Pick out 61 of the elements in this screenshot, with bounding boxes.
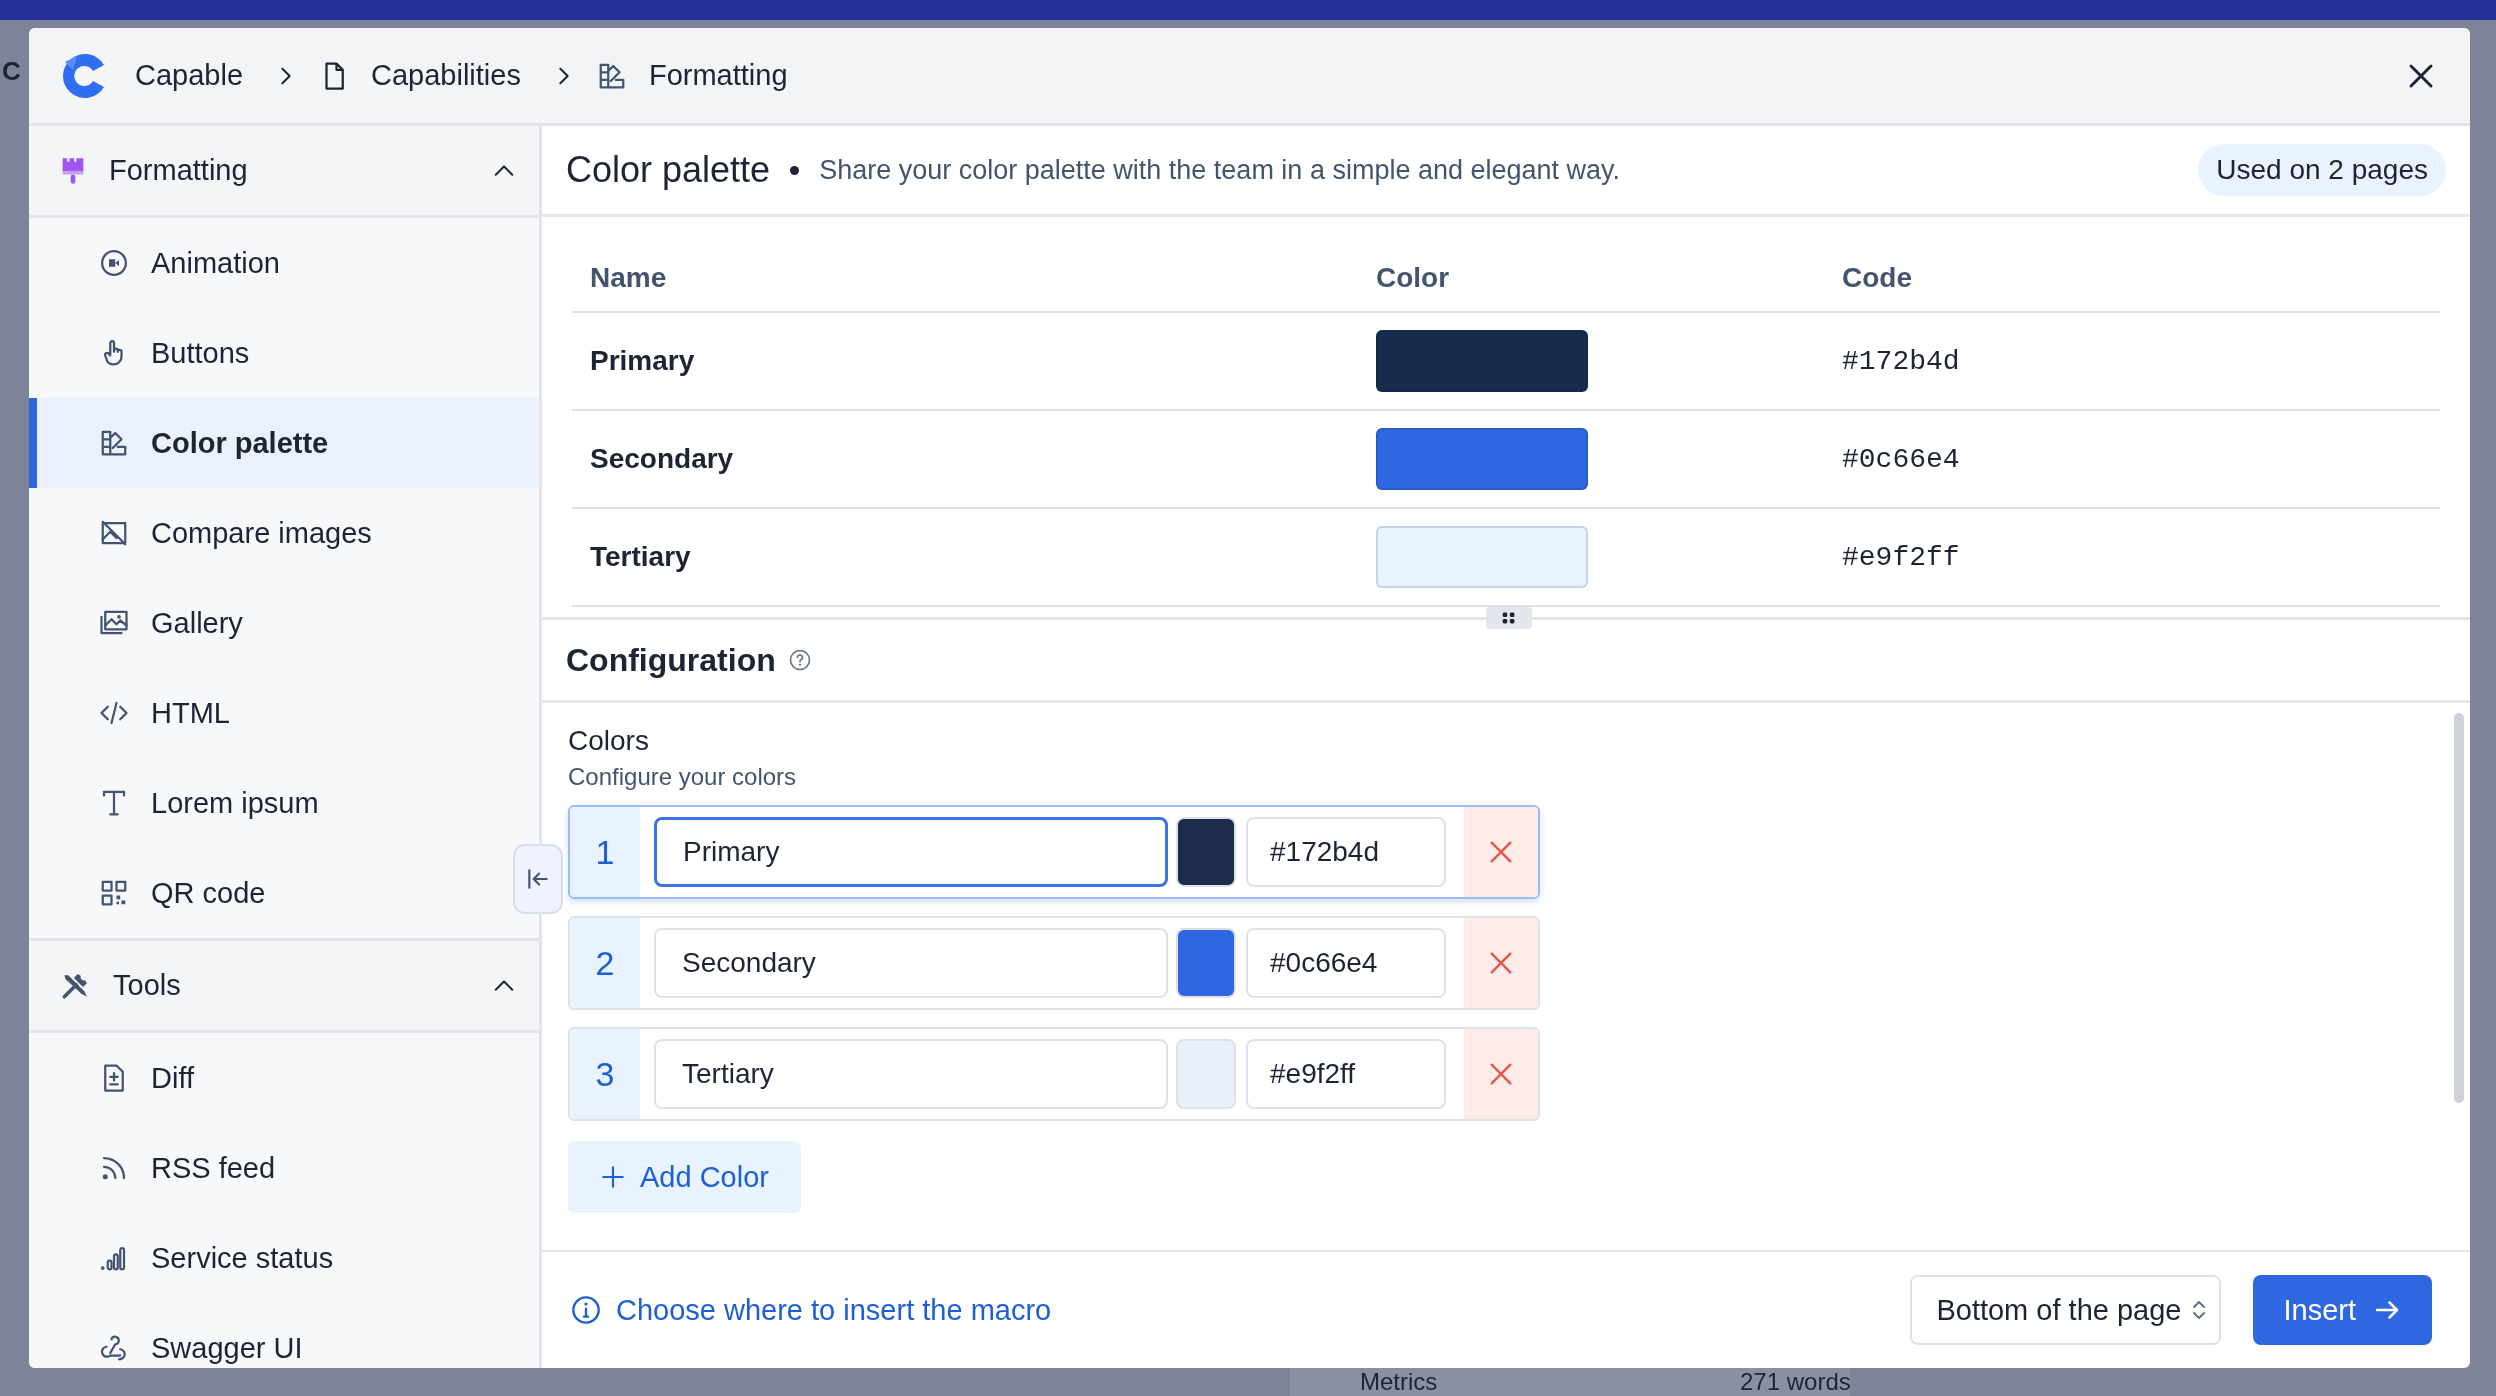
sidebar-item[interactable]: Compare images [29, 488, 539, 578]
collapse-icon [525, 866, 551, 892]
field-label: Colors [568, 725, 649, 757]
table-cell: #e9f2ff [1824, 508, 2440, 606]
sidebar-item[interactable]: Buttons [29, 308, 539, 398]
sidebar-item[interactable]: Animation [29, 218, 539, 308]
qr-code-icon [99, 878, 129, 908]
sidebar-item[interactable]: Diff [29, 1033, 539, 1123]
table-cell: #0c66e4 [1824, 410, 2440, 508]
section-title: Configuration [566, 641, 776, 679]
macro-description: Share your color palette with the team in a simple and elegant way. [819, 154, 1622, 186]
table-cell: Primary [572, 312, 1358, 410]
name-input[interactable]: Primary [654, 817, 1168, 887]
info-icon [570, 1294, 602, 1326]
metrics-label: Metrics [1360, 1368, 1438, 1395]
sidebar-item[interactable]: Color palette [29, 398, 539, 488]
hex-input[interactable]: #0c66e4 [1246, 928, 1446, 998]
add-color-button[interactable]: Add Color [568, 1141, 801, 1213]
color-picker-swatch[interactable] [1176, 1039, 1236, 1109]
sidebar-item[interactable]: RSS feed [29, 1123, 539, 1213]
usage-badge: Used on 2 pages [2198, 144, 2446, 196]
sidebar-item[interactable]: Gallery [29, 578, 539, 668]
breadcrumb-link[interactable]: Capabilities [371, 59, 521, 92]
field-hint: Configure your colors [568, 763, 797, 791]
column-header: Name [572, 245, 1358, 312]
table-cell: #172b4d [1824, 312, 2440, 410]
column-header: Code [1824, 245, 2440, 312]
name-input[interactable]: Tertiary [654, 1039, 1168, 1109]
webhook-icon [99, 1333, 129, 1363]
brand-text: C [2, 56, 21, 87]
position-select[interactable]: Bottom of the page [1910, 1275, 2222, 1345]
resize-handle[interactable] [1486, 607, 1532, 629]
sidebar-item[interactable]: HTML [29, 668, 539, 758]
sidebar-item[interactable]: Swagger UI [29, 1303, 539, 1368]
name-input[interactable]: Secondary [654, 928, 1168, 998]
sidebar-item[interactable]: Lorem ipsum [29, 758, 539, 848]
hex-input[interactable]: #e9f2ff [1246, 1039, 1446, 1109]
word-count: 271 words [1740, 1368, 1851, 1395]
entry-number: 2 [570, 918, 640, 1008]
plus-icon [600, 1164, 626, 1190]
table-cell: Secondary [572, 410, 1358, 508]
scrollbar[interactable] [2454, 713, 2464, 1103]
breadcrumb-link[interactable]: Formatting [648, 59, 788, 92]
color-picker-swatch[interactable] [1176, 928, 1236, 998]
separator-dot [790, 165, 800, 175]
sidebar-item[interactable]: Service status [29, 1213, 539, 1303]
record-icon [99, 248, 129, 278]
entry-number: 1 [570, 807, 640, 897]
collapse-sidebar-button[interactable] [513, 844, 563, 914]
crossed-image-icon [99, 518, 129, 548]
insert-button[interactable]: Insert [2253, 1275, 2432, 1345]
color-picker-swatch[interactable] [1176, 817, 1236, 887]
help-icon[interactable] [787, 648, 812, 672]
macro-title: Color palette [566, 149, 771, 191]
info-link[interactable]: Choose where to insert the macro [570, 1293, 1052, 1327]
swatches-icon [99, 428, 129, 458]
breadcrumb-link[interactable]: Capable [135, 59, 244, 92]
entry-number: 3 [570, 1029, 640, 1119]
table-cell: Tertiary [572, 508, 1358, 606]
hex-input[interactable]: #172b4d [1246, 817, 1446, 887]
column-header: Color [1358, 245, 1824, 312]
